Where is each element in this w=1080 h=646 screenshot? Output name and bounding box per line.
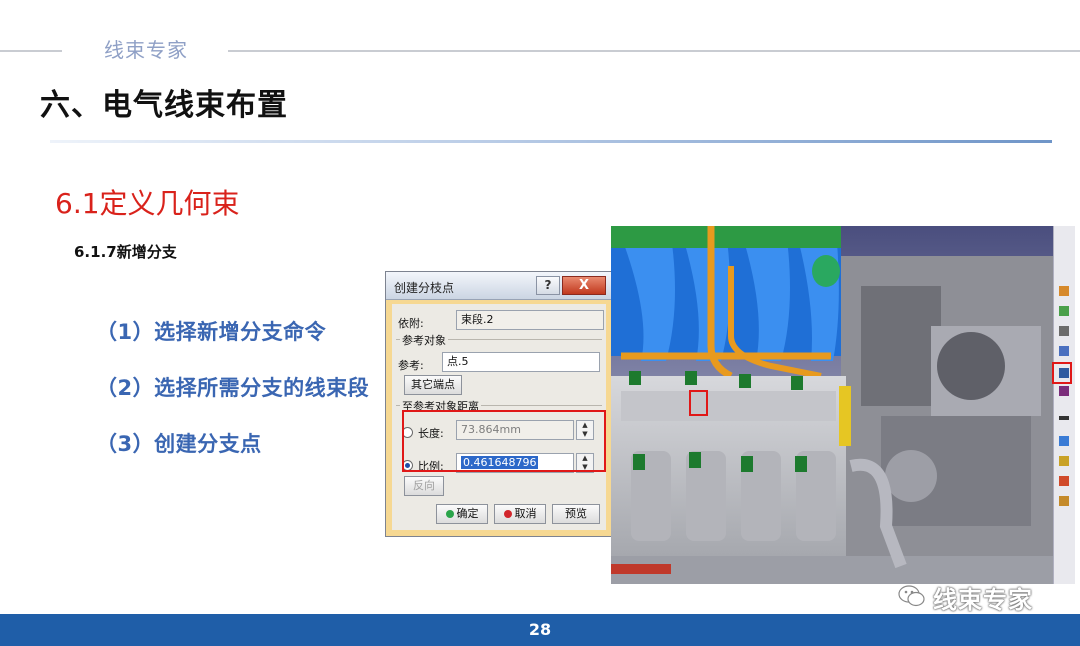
ok-button[interactable]: 确定 xyxy=(436,504,488,524)
page-number: 28 xyxy=(528,620,552,639)
watermark-text: 线束专家 xyxy=(933,586,1033,614)
close-button[interactable]: X xyxy=(562,276,606,295)
preview-button[interactable]: 预览 xyxy=(552,504,600,524)
cancel-label: 取消 xyxy=(514,507,537,520)
dialog-titlebar[interactable]: 创建分枝点 ? X xyxy=(386,272,612,300)
engine-model-image xyxy=(611,226,1053,584)
reference-group-label: 参考对象 xyxy=(400,332,448,348)
help-button[interactable]: ? xyxy=(536,276,560,295)
toolbar-strip xyxy=(1053,226,1075,584)
cancel-icon xyxy=(503,510,512,518)
reference-field[interactable]: 点.5 xyxy=(442,352,600,372)
toolbar-icons xyxy=(1059,286,1069,506)
ok-label: 确定 xyxy=(456,507,479,520)
cancel-button[interactable]: 取消 xyxy=(494,504,546,524)
subsection-subtitle: 6.1.7新增分支 xyxy=(74,243,177,261)
create-branch-point-dialog: 创建分枝点 ? X 依附: 束段.2 参考对象 参考: 点.5 其它端点 至参考… xyxy=(385,271,613,537)
header-rule-right xyxy=(228,50,1080,52)
other-endpoint-button[interactable]: 其它端点 xyxy=(404,375,462,395)
reference-label: 参考: xyxy=(398,359,424,372)
brand-name: 线束专家 xyxy=(104,38,188,62)
distance-highlight-box xyxy=(402,410,606,472)
subsection-title: 6.1定义几何束 xyxy=(55,187,240,220)
title-underline xyxy=(50,140,1052,143)
add-branch-tool-marker xyxy=(1052,362,1072,384)
dialog-title: 创建分枝点 xyxy=(394,281,455,295)
engine-3d-viewport[interactable] xyxy=(611,226,1053,584)
step-2: （2）选择所需分支的线束段 xyxy=(96,376,370,400)
step-3: （3）创建分支点 xyxy=(96,432,262,456)
support-field[interactable]: 束段.2 xyxy=(456,310,604,330)
section-title: 六、电气线束布置 xyxy=(40,88,288,123)
support-label: 依附: xyxy=(398,317,424,330)
wechat-icon xyxy=(898,585,925,607)
ok-icon xyxy=(445,510,454,518)
step-1: （1）选择新增分支命令 xyxy=(96,320,327,344)
selected-segment-marker xyxy=(689,390,708,416)
header-rule-left xyxy=(0,50,62,52)
reverse-button[interactable]: 反向 xyxy=(404,476,444,496)
